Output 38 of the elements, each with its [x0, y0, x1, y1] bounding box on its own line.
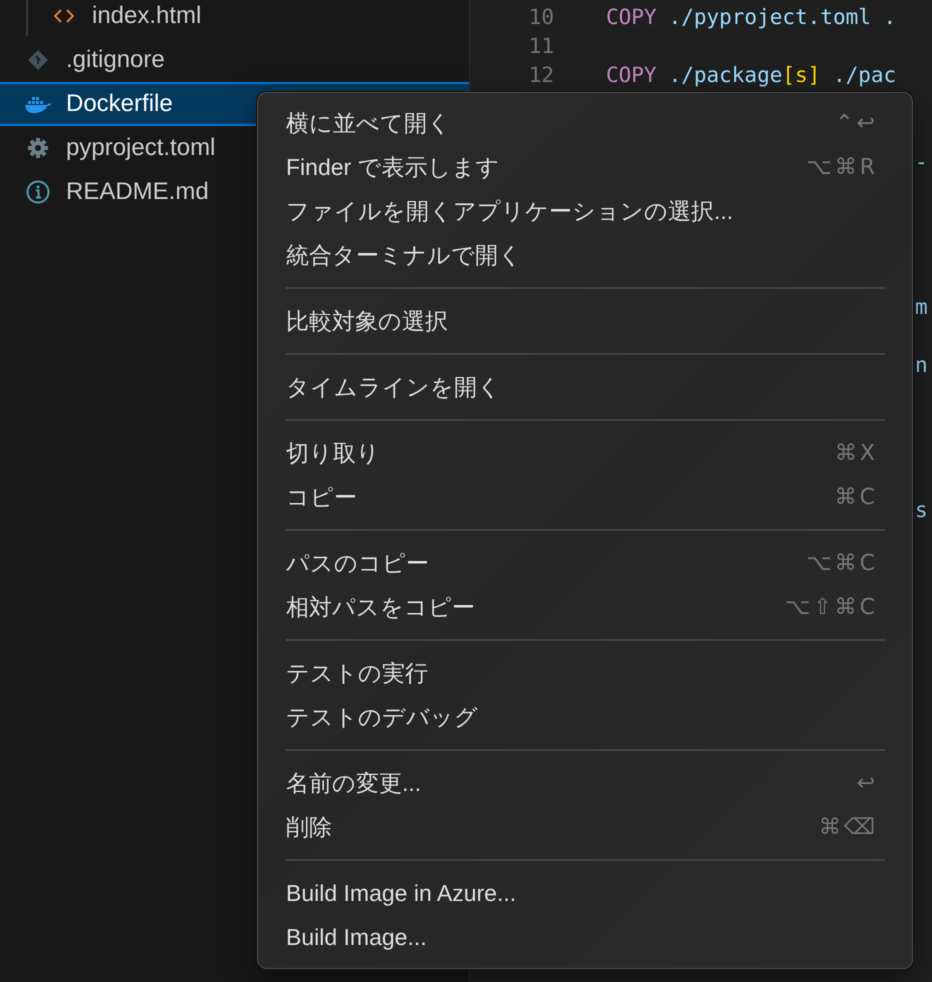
shortcut-label: ⌘X — [834, 440, 878, 466]
code-line: COPY ./pyproject.toml . — [606, 4, 896, 28]
code-fragment: s — [915, 498, 928, 522]
code-fragment: - — [915, 150, 928, 174]
line-number: 10 — [528, 4, 554, 28]
shortcut-label: ⌘C — [834, 484, 878, 510]
code-line: COPY ./package[s] ./pac — [606, 62, 896, 86]
code-brackets-icon — [54, 8, 74, 24]
code-fragment: m — [915, 294, 928, 318]
whale-icon — [24, 94, 52, 114]
shortcut-label: ⌥⇧⌘C — [784, 594, 878, 620]
menu-item[interactable]: テストのデバッグ — [258, 695, 912, 739]
code-fragment: n — [915, 352, 928, 376]
line-number: 12 — [528, 62, 554, 86]
menu-item[interactable]: 相対パスをコピー ⌥⇧⌘C — [258, 585, 912, 629]
shortcut-label: ⌥⌘R — [806, 154, 878, 180]
menu-item[interactable]: テストの実行 — [258, 651, 912, 695]
menu-item[interactable]: 切り取り ⌘X — [258, 431, 912, 475]
menu-item[interactable]: タイムラインを開く — [258, 365, 912, 409]
file-item[interactable]: index.html — [0, 0, 469, 38]
menu-item[interactable]: ファイルを開くアプリケーションの選択... — [258, 189, 912, 233]
menu-item[interactable]: 削除 ⌘⌫ — [258, 805, 912, 849]
gear-icon — [27, 137, 49, 159]
menu-item[interactable]: Build Image in Azure... — [258, 871, 912, 915]
line-number: 11 — [528, 34, 554, 58]
shortcut-label: ⌥⌘C — [806, 550, 878, 576]
menu-item[interactable]: 統合ターミナルで開く — [258, 233, 912, 277]
menu-item[interactable]: 名前の変更... ↩ — [258, 761, 912, 805]
shortcut-label: ⌃↩ — [835, 110, 878, 136]
file-item[interactable]: .gitignore — [0, 38, 469, 82]
menu-item[interactable]: 比較対象の選択 — [258, 299, 912, 343]
shortcut-label: ⌘⌫ — [818, 814, 878, 840]
info-icon — [26, 180, 50, 204]
menu-item[interactable]: Build Image... — [258, 915, 912, 959]
menu-item[interactable]: コピー ⌘C — [258, 475, 912, 519]
menu-item[interactable]: Finder で表示します ⌥⌘R — [258, 145, 912, 189]
menu-item[interactable]: パスのコピー ⌥⌘C — [258, 541, 912, 585]
shortcut-label: ↩ — [856, 770, 878, 796]
